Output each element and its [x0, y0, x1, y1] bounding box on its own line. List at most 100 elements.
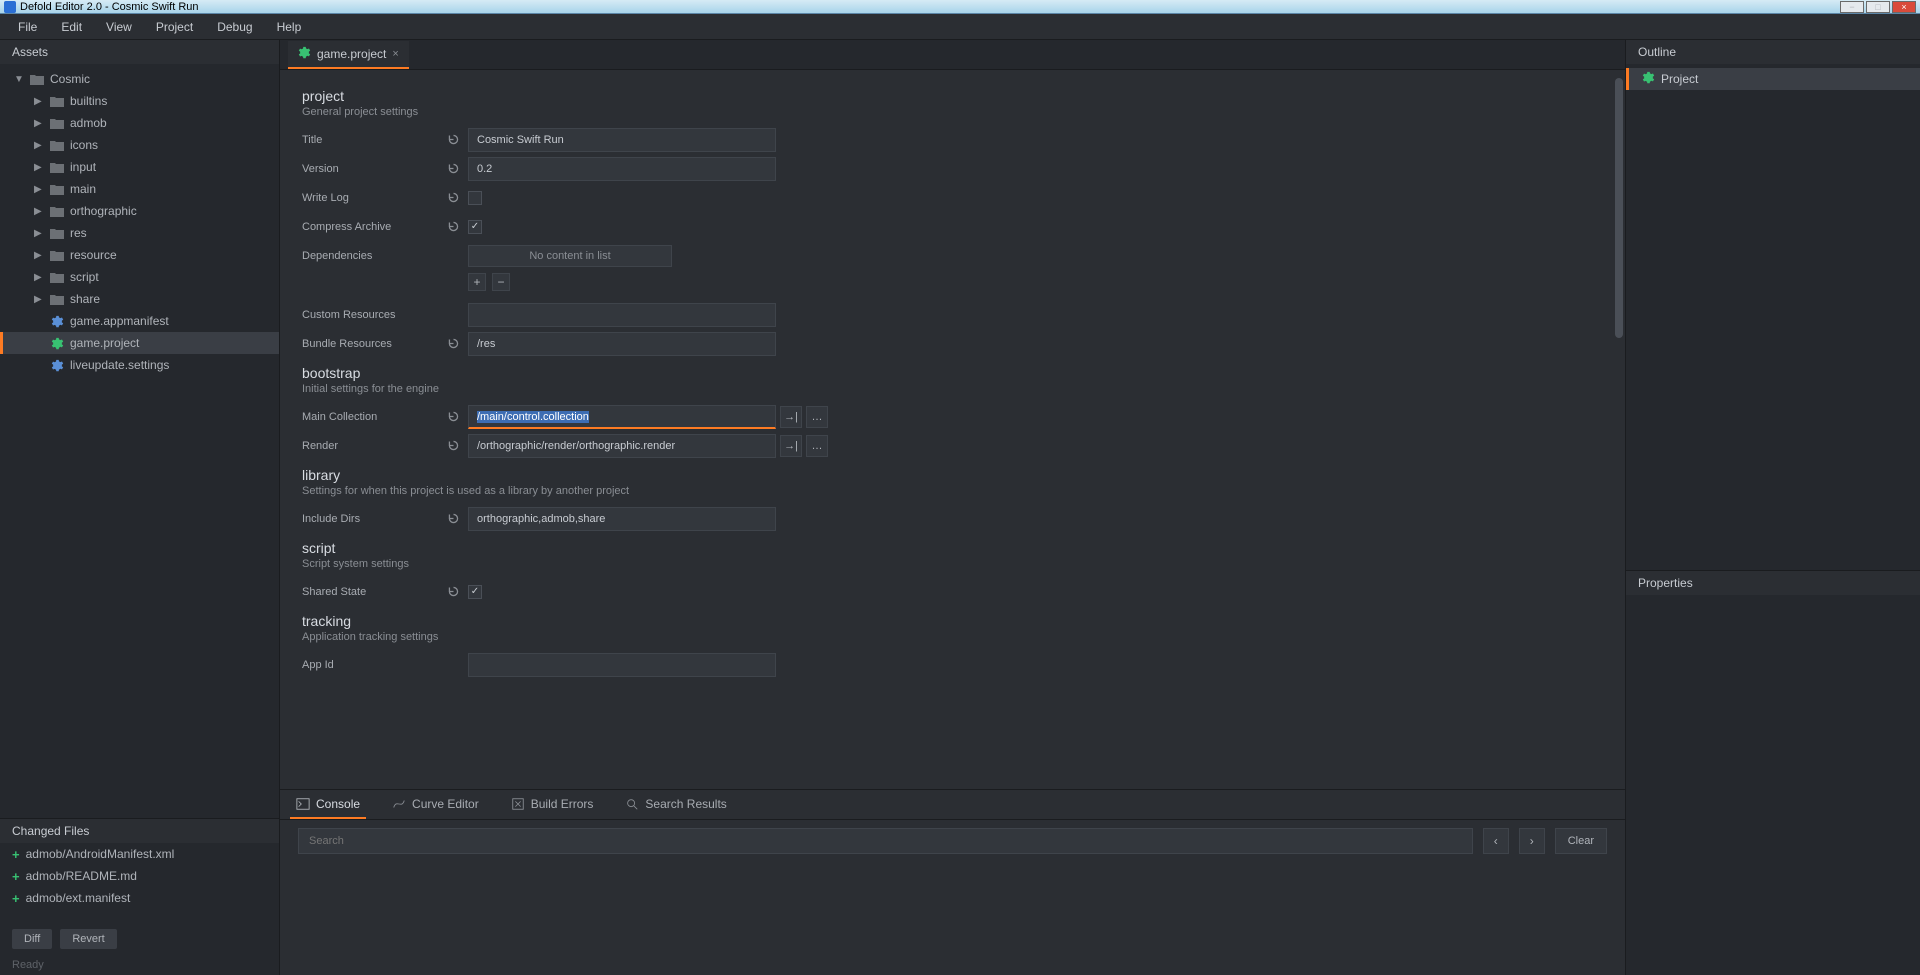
- compress-checkbox[interactable]: ✓: [468, 220, 482, 234]
- custom-resources-input[interactable]: [468, 303, 776, 327]
- build-errors-tab[interactable]: Build Errors: [505, 790, 600, 819]
- search-next-button[interactable]: ›: [1519, 828, 1545, 854]
- tree-folder[interactable]: ▶ input: [0, 156, 279, 178]
- reset-icon[interactable]: [442, 406, 464, 428]
- chevron-right-icon[interactable]: ▶: [34, 162, 44, 173]
- tree-folder[interactable]: ▶share: [0, 288, 279, 310]
- revert-button[interactable]: Revert: [60, 929, 116, 949]
- chevron-right-icon[interactable]: ▶: [34, 228, 44, 239]
- tab-label: Console: [316, 797, 360, 811]
- render-input[interactable]: [468, 434, 776, 458]
- chevron-right-icon[interactable]: ▶: [34, 184, 44, 195]
- add-dependency-button[interactable]: +: [468, 273, 486, 291]
- changed-header: Changed Files: [0, 819, 279, 843]
- menu-view[interactable]: View: [96, 16, 142, 38]
- version-input[interactable]: [468, 157, 776, 181]
- chevron-right-icon[interactable]: ▶: [34, 294, 44, 305]
- tree-label: builtins: [70, 94, 107, 108]
- properties-header: Properties: [1626, 571, 1920, 595]
- window-close-button[interactable]: ×: [1892, 1, 1916, 13]
- bundle-resources-input[interactable]: [468, 332, 776, 356]
- menu-project[interactable]: Project: [146, 16, 203, 38]
- scrollbar-vertical[interactable]: [1615, 78, 1623, 338]
- field-label-title: Title: [302, 134, 442, 146]
- tree-folder[interactable]: ▶resource: [0, 244, 279, 266]
- window-minimize-button[interactable]: −: [1840, 1, 1864, 13]
- chevron-down-icon[interactable]: ▼: [14, 74, 24, 85]
- main-collection-input[interactable]: [468, 405, 776, 429]
- assets-tree[interactable]: ▼ Cosmic ▶builtins ▶admob ▶icons ▶input …: [0, 64, 279, 818]
- browse-resource-icon[interactable]: …: [806, 435, 828, 457]
- chevron-right-icon[interactable]: ▶: [34, 272, 44, 283]
- section-title-library: library: [302, 467, 1603, 483]
- chevron-right-icon[interactable]: ▶: [34, 118, 44, 129]
- diff-button[interactable]: Diff: [12, 929, 52, 949]
- tab-label: Search Results: [645, 797, 726, 811]
- gear-icon: [50, 337, 64, 349]
- outline-item-project[interactable]: Project: [1626, 68, 1920, 90]
- chevron-right-icon[interactable]: ▶: [34, 206, 44, 217]
- menubar: File Edit View Project Debug Help: [0, 14, 1920, 40]
- dependencies-list[interactable]: No content in list: [468, 245, 672, 267]
- app-id-input[interactable]: [468, 653, 776, 677]
- tree-file[interactable]: liveupdate.settings: [0, 354, 279, 376]
- outline-header: Outline: [1626, 40, 1920, 64]
- tree-folder[interactable]: ▶main: [0, 178, 279, 200]
- reset-icon[interactable]: [442, 129, 464, 151]
- clear-button[interactable]: Clear: [1555, 828, 1607, 854]
- chevron-right-icon[interactable]: ▶: [34, 140, 44, 151]
- tree-folder[interactable]: ▶res: [0, 222, 279, 244]
- window-titlebar: Defold Editor 2.0 - Cosmic Swift Run − □…: [0, 0, 1920, 14]
- menu-file[interactable]: File: [8, 16, 47, 38]
- goto-resource-icon[interactable]: →|: [780, 435, 802, 457]
- tab-label: Curve Editor: [412, 797, 479, 811]
- menu-edit[interactable]: Edit: [51, 16, 92, 38]
- changed-file[interactable]: +admob/README.md: [0, 865, 279, 887]
- reset-icon[interactable]: [442, 187, 464, 209]
- tree-folder[interactable]: ▶ builtins: [0, 90, 279, 112]
- console-tab[interactable]: Console: [290, 790, 366, 819]
- reset-icon[interactable]: [442, 216, 464, 238]
- title-input[interactable]: [468, 128, 776, 152]
- reset-icon[interactable]: [442, 508, 464, 530]
- console-search-input[interactable]: [298, 828, 1473, 854]
- search-prev-button[interactable]: ‹: [1483, 828, 1509, 854]
- chevron-right-icon[interactable]: ▶: [34, 250, 44, 261]
- tree-folder[interactable]: ▶admob: [0, 112, 279, 134]
- reset-icon[interactable]: [442, 581, 464, 603]
- chevron-right-icon[interactable]: ▶: [34, 96, 44, 107]
- browse-resource-icon[interactable]: …: [806, 406, 828, 428]
- error-icon: [511, 797, 525, 811]
- section-title-tracking: tracking: [302, 613, 1603, 629]
- folder-icon: [50, 271, 64, 283]
- changed-file[interactable]: +admob/ext.manifest: [0, 887, 279, 909]
- properties-body: [1626, 595, 1920, 975]
- reset-icon[interactable]: [442, 158, 464, 180]
- tree-folder-root[interactable]: ▼ Cosmic: [0, 68, 279, 90]
- curve-editor-tab[interactable]: Curve Editor: [386, 790, 485, 819]
- search-results-tab[interactable]: Search Results: [619, 790, 732, 819]
- folder-icon: [50, 249, 64, 261]
- tab-game-project[interactable]: game.project ×: [288, 41, 409, 69]
- tree-label: input: [70, 160, 96, 174]
- menu-help[interactable]: Help: [267, 16, 312, 38]
- menu-debug[interactable]: Debug: [207, 16, 262, 38]
- tab-label: game.project: [317, 47, 386, 61]
- window-maximize-button[interactable]: □: [1866, 1, 1890, 13]
- tree-folder[interactable]: ▶icons: [0, 134, 279, 156]
- remove-dependency-button[interactable]: −: [492, 273, 510, 291]
- field-label-bundleres: Bundle Resources: [302, 338, 442, 350]
- changed-file[interactable]: +admob/AndroidManifest.xml: [0, 843, 279, 865]
- gear-icon: [298, 46, 311, 62]
- tree-file[interactable]: game.appmanifest: [0, 310, 279, 332]
- shared-state-checkbox[interactable]: ✓: [468, 585, 482, 599]
- tree-folder[interactable]: ▶orthographic: [0, 200, 279, 222]
- tree-file-active[interactable]: game.project: [0, 332, 279, 354]
- include-dirs-input[interactable]: [468, 507, 776, 531]
- reset-icon[interactable]: [442, 333, 464, 355]
- goto-resource-icon[interactable]: →|: [780, 406, 802, 428]
- writelog-checkbox[interactable]: [468, 191, 482, 205]
- reset-icon[interactable]: [442, 435, 464, 457]
- tab-close-icon[interactable]: ×: [392, 48, 398, 60]
- tree-folder[interactable]: ▶script: [0, 266, 279, 288]
